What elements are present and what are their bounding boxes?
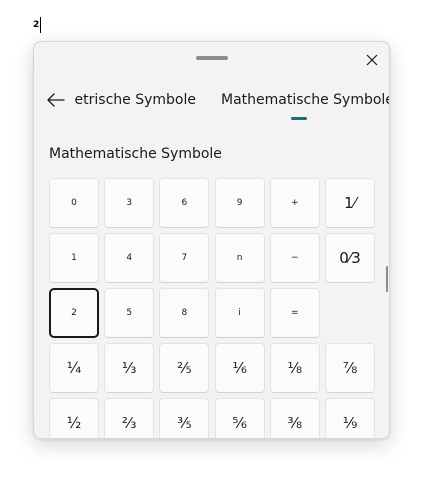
symbol-key[interactable]: ⅙ [214,343,265,393]
symbol-key[interactable]: ⅞ [325,343,375,393]
symbol-key[interactable]: ⅚ [214,398,265,438]
symbol-key[interactable]: + [269,178,320,228]
tab-math-symbols[interactable]: Mathematische Symbole [221,88,389,112]
symbol-key[interactable]: ⅓ [104,343,155,393]
symbol-key[interactable]: 2 [49,288,99,338]
symbol-key[interactable]: ⅑ [325,398,375,438]
symbol-key[interactable]: 9 [214,178,265,228]
symbol-key[interactable]: ⅔ [104,398,155,438]
symbol-key[interactable]: − [269,233,320,283]
symbol-key[interactable]: = [269,288,320,338]
close-button[interactable] [360,48,384,72]
symbol-key[interactable]: ⅛ [269,343,320,393]
tab-geometric-symbols[interactable]: ıetrische Symbole [74,88,196,112]
symbol-key[interactable]: 4 [104,233,155,283]
symbol-key[interactable]: 1 [49,233,99,283]
symbol-key[interactable]: ½ [49,398,99,438]
symbol-key[interactable]: i [214,288,265,338]
drag-handle[interactable] [196,56,228,60]
emoji-symbol-panel: ıetrische Symbole Mathematische Symbole … [33,41,390,439]
back-arrow-icon [47,93,65,107]
symbol-key[interactable]: ⅜ [269,398,320,438]
symbol-key[interactable]: 6 [159,178,210,228]
symbol-key[interactable]: ¼ [49,343,99,393]
symbol-key[interactable]: 8 [159,288,210,338]
symbol-key[interactable]: 0⁄3 [325,233,375,283]
symbol-key[interactable]: ⅖ [159,343,210,393]
document-text: 2 [33,20,40,30]
symbol-key[interactable]: 7 [159,233,210,283]
symbol-grid: 0 3 6 9 +1⁄ 1 4 7 n −0⁄3 2 5 8 i = ¼ ⅓ ⅖ ⅙ ⅛ ⅞ ½ ⅔ ⅗ ⅚ ⅜ ⅑ [49,178,379,438]
screen: 2 ıetrische Symbole Mathematische Symbol… [0,0,422,499]
symbol-key[interactable]: 5 [104,288,155,338]
symbol-key[interactable]: ⅗ [159,398,210,438]
close-icon [366,54,378,66]
symbol-key[interactable]: n [214,233,265,283]
symbol-key[interactable]: 1⁄ [325,178,375,228]
selected-tab-indicator [291,117,307,120]
symbol-key[interactable]: 0 [49,178,99,228]
scrollbar-thumb[interactable] [386,266,388,292]
text-caret [40,17,41,33]
back-button[interactable] [44,88,68,112]
section-title: Mathematische Symbole [49,146,222,162]
symbol-category-tabs: ıetrische Symbole Mathematische Symbole [74,88,389,120]
symbol-key[interactable]: 3 [104,178,155,228]
